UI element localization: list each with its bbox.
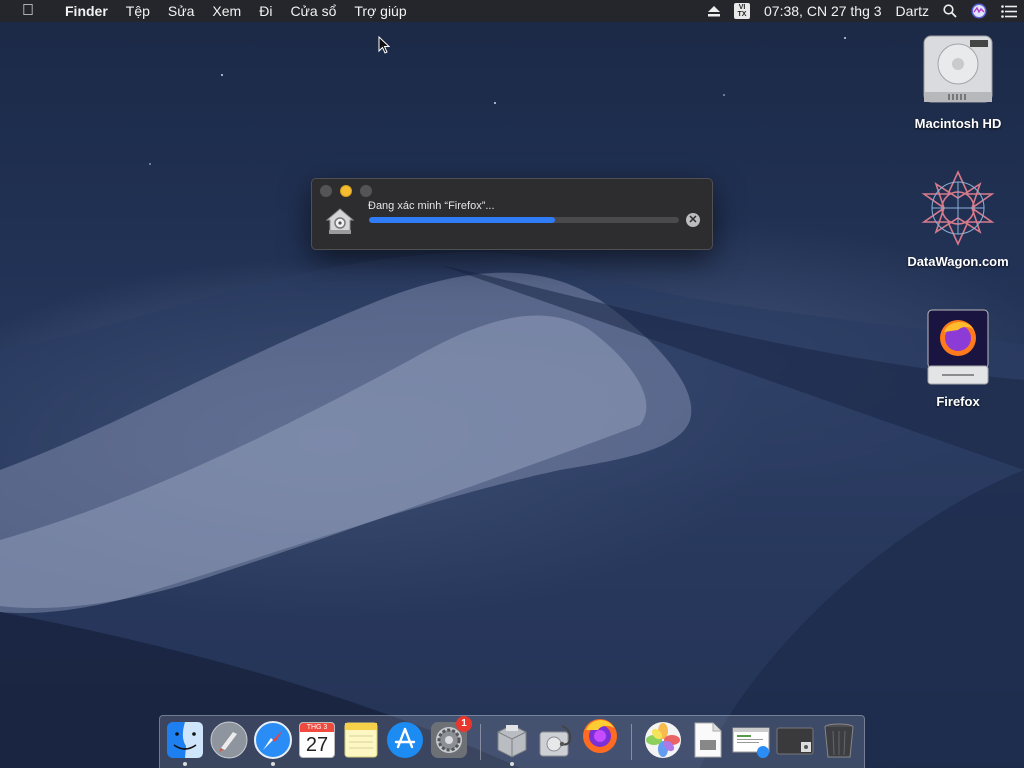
trash-icon xyxy=(824,723,854,758)
dock-firefox[interactable] xyxy=(580,714,620,754)
desktop-wallpaper xyxy=(0,0,1024,768)
desktop-icon-datawagon[interactable]: DataWagon.com xyxy=(903,168,1013,269)
verification-progress-dialog: Đang xác minh “Firefox”... ✕ xyxy=(311,178,713,250)
siri-icon[interactable] xyxy=(964,3,994,19)
dock-launchpad[interactable] xyxy=(209,720,249,760)
zoom-button[interactable] xyxy=(360,185,372,197)
dock-document[interactable] xyxy=(731,720,771,760)
safari-compass-icon xyxy=(254,721,292,759)
close-button[interactable] xyxy=(320,185,332,197)
calendar-day: 27 xyxy=(305,734,329,756)
desktop-icon-macintosh-hd[interactable]: Macintosh HD xyxy=(903,30,1013,131)
menu-view[interactable]: Xem xyxy=(203,0,250,22)
desktop-icon-label: Macintosh HD xyxy=(914,116,1002,131)
security-house-icon xyxy=(324,205,356,237)
menu-edit[interactable]: Sửa xyxy=(159,0,204,22)
desktop-icon-firefox[interactable]: Firefox xyxy=(903,308,1013,409)
notification-badge: 1 xyxy=(456,716,472,732)
menu-go[interactable]: Đi xyxy=(250,0,281,22)
running-indicator xyxy=(510,762,514,766)
apple-menu-icon[interactable]:  xyxy=(0,2,56,20)
menu-window[interactable]: Cửa sổ xyxy=(281,0,345,22)
dock-photos[interactable] xyxy=(643,720,683,760)
menu-bar:  Finder Tệp Sửa Xem Đi Cửa sổ Trợ giúp … xyxy=(0,0,1024,22)
desktop-icon-label: DataWagon.com xyxy=(907,254,1009,269)
datawagon-logo-icon xyxy=(918,168,998,248)
input-source-menu[interactable]: VI TX xyxy=(727,3,757,19)
hard-drive-icon xyxy=(918,30,998,110)
dock-safari[interactable] xyxy=(253,720,293,766)
desktop-icon-label: Firefox xyxy=(936,394,980,409)
screenshot-icon xyxy=(776,727,814,755)
calendar-icon: THG 3 27 xyxy=(299,722,335,758)
minimize-button[interactable] xyxy=(340,185,352,197)
dock-calendar[interactable]: THG 3 27 xyxy=(297,720,337,760)
document-preview-icon xyxy=(694,722,722,758)
dock-separator xyxy=(631,724,632,760)
photos-flower-icon xyxy=(645,722,681,758)
dock-finder[interactable] xyxy=(165,720,205,766)
verification-message: Đang xác minh “Firefox”... xyxy=(368,200,495,212)
notification-center-icon[interactable] xyxy=(994,4,1024,18)
dock-trash[interactable] xyxy=(819,720,859,760)
menu-help[interactable]: Trợ giúp xyxy=(345,0,415,22)
mouse-pointer-icon xyxy=(378,35,391,59)
menu-app-finder[interactable]: Finder xyxy=(56,0,117,22)
calendar-month: THG 3 xyxy=(300,723,334,732)
progress-fill xyxy=(369,217,555,223)
window-document-icon xyxy=(732,727,770,758)
installer-box-icon xyxy=(497,724,527,758)
firefox-disk-image-icon xyxy=(918,308,998,388)
notes-icon xyxy=(344,722,378,758)
running-indicator xyxy=(271,762,275,766)
app-store-icon xyxy=(387,722,423,758)
running-indicator xyxy=(183,762,187,766)
dock-preview[interactable] xyxy=(687,720,727,760)
launchpad-rocket-icon xyxy=(210,721,248,759)
dock: THG 3 27 1 xyxy=(159,715,865,768)
disk-utility-icon xyxy=(539,725,572,757)
dock-notes[interactable] xyxy=(341,720,381,760)
dock-installer[interactable] xyxy=(492,720,532,766)
menu-user[interactable]: Dartz xyxy=(889,0,936,22)
dock-app-store[interactable] xyxy=(385,720,425,760)
input-source-icon: VI TX xyxy=(734,3,751,19)
stop-icon[interactable]: ✕ xyxy=(686,213,700,227)
eject-icon[interactable] xyxy=(701,5,727,17)
firefox-icon xyxy=(583,719,617,753)
menu-clock[interactable]: 07:38, CN 27 thg 3 xyxy=(757,0,889,22)
spotlight-search-icon[interactable] xyxy=(936,4,964,18)
dock-separator xyxy=(480,724,481,760)
menu-file[interactable]: Tệp xyxy=(117,0,159,22)
verification-progress-bar xyxy=(369,217,679,223)
finder-icon xyxy=(167,722,203,758)
dock-system-preferences[interactable]: 1 xyxy=(429,716,472,760)
dock-screenshot[interactable] xyxy=(775,720,815,760)
dock-disk-utility[interactable] xyxy=(536,720,576,760)
